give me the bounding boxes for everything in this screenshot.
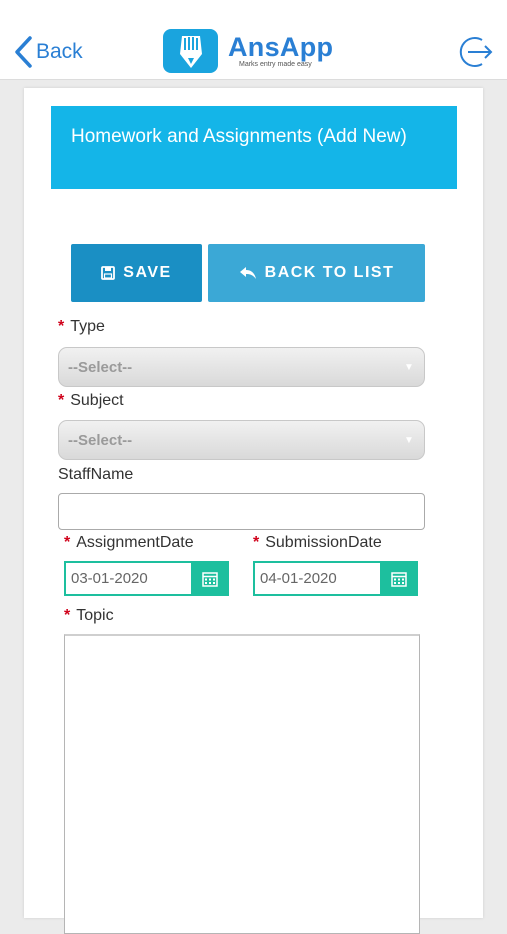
required-marker: * — [64, 607, 71, 624]
subject-label: * Subject — [58, 392, 124, 410]
required-marker: * — [58, 318, 65, 335]
back-to-list-label: BACK TO LIST — [264, 264, 395, 281]
chevron-left-icon — [15, 36, 32, 68]
reply-arrow-icon — [239, 267, 256, 279]
submission-date-picker: 04-01-2020 — [253, 561, 418, 596]
type-label-text: Type — [70, 318, 105, 335]
subject-select-value: --Select-- — [68, 431, 133, 449]
assignment-date-label: * AssignmentDate — [64, 534, 194, 552]
submission-date-input[interactable]: 04-01-2020 — [253, 561, 380, 596]
type-label: * Type — [58, 318, 105, 336]
assignment-date-input[interactable]: 03-01-2020 — [64, 561, 191, 596]
staffname-label: StaffName — [58, 466, 134, 483]
submission-date-label-text: SubmissionDate — [265, 534, 382, 551]
calendar-icon[interactable] — [191, 561, 229, 596]
save-button[interactable]: SAVE — [71, 244, 202, 302]
page-title: Homework and Assignments (Add New) — [51, 106, 457, 189]
top-bar: Back AnsApp Marks entry made easy — [0, 0, 507, 80]
submission-date-label: * SubmissionDate — [253, 534, 382, 552]
calendar-icon[interactable] — [380, 561, 418, 596]
subject-select[interactable]: --Select-- ▼ — [58, 420, 425, 460]
required-marker: * — [253, 534, 260, 551]
subject-label-text: Subject — [70, 392, 124, 409]
caret-down-icon: ▼ — [404, 434, 414, 446]
logout-arrow-icon[interactable] — [458, 34, 494, 70]
type-select[interactable]: --Select-- ▼ — [58, 347, 425, 387]
form-card: Homework and Assignments (Add New) SAVE … — [24, 88, 483, 934]
type-select-value: --Select-- — [68, 358, 133, 376]
back-to-list-button[interactable]: BACK TO LIST — [208, 244, 425, 302]
assignment-date-label-text: AssignmentDate — [76, 534, 194, 551]
app-tagline: Marks entry made easy — [239, 61, 312, 68]
app-logo: AnsApp Marks entry made easy — [163, 28, 333, 74]
required-marker: * — [64, 534, 71, 551]
caret-down-icon: ▼ — [404, 361, 414, 373]
assignment-date-picker: 03-01-2020 — [64, 561, 229, 596]
back-label: Back — [36, 40, 83, 63]
pencil-hand-icon — [163, 29, 218, 73]
topic-textarea[interactable] — [64, 634, 420, 934]
staffname-input[interactable] — [58, 493, 425, 530]
floppy-disk-icon — [101, 266, 116, 280]
back-button[interactable]: Back — [12, 34, 83, 70]
app-name: AnsApp — [228, 32, 334, 62]
required-marker: * — [58, 392, 65, 409]
save-label: SAVE — [123, 264, 172, 281]
topic-label: * Topic — [64, 607, 114, 625]
topic-label-text: Topic — [76, 607, 114, 624]
